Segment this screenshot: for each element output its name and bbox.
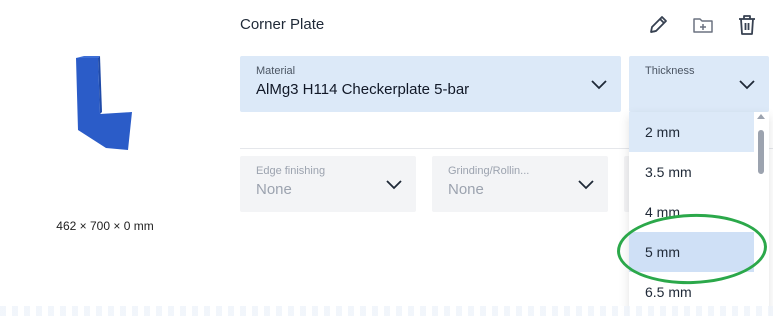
grinding-select[interactable]: Grinding/Rollin... None bbox=[432, 156, 608, 212]
thickness-dropdown: 2 mm 3.5 mm 4 mm 5 mm 6.5 mm bbox=[629, 112, 769, 316]
chevron-down-icon bbox=[578, 180, 594, 190]
part-title: Corner Plate bbox=[240, 16, 325, 33]
material-value: AlMg3 H114 Checkerplate 5-bar bbox=[256, 81, 470, 98]
scroll-up-arrow-icon[interactable] bbox=[757, 114, 765, 119]
material-select[interactable]: Material AlMg3 H114 Checkerplate 5-bar bbox=[240, 56, 621, 112]
thickness-option[interactable]: 3.5 mm bbox=[629, 152, 754, 192]
pencil-icon[interactable] bbox=[646, 13, 670, 37]
thickness-option[interactable]: 2 mm bbox=[629, 112, 754, 152]
edge-finishing-value: None bbox=[256, 181, 292, 198]
bottom-decoration bbox=[0, 306, 773, 316]
thickness-option[interactable]: 5 mm bbox=[629, 232, 754, 272]
dropdown-scrollbar[interactable] bbox=[755, 112, 767, 316]
edge-finishing-label: Edge finishing bbox=[256, 165, 326, 177]
thickness-label: Thickness bbox=[645, 65, 695, 77]
chevron-down-icon bbox=[386, 180, 402, 190]
edge-finishing-select[interactable]: Edge finishing None bbox=[240, 156, 416, 212]
scrollbar-thumb[interactable] bbox=[758, 130, 764, 174]
material-label: Material bbox=[256, 65, 296, 77]
thickness-option[interactable]: 4 mm bbox=[629, 192, 754, 232]
folder-plus-icon[interactable] bbox=[691, 13, 715, 37]
chevron-down-icon bbox=[739, 80, 755, 90]
part-preview: 462 × 700 × 0 mm bbox=[0, 0, 210, 316]
grinding-label: Grinding/Rollin... bbox=[448, 165, 530, 177]
part-shape-image bbox=[76, 56, 132, 150]
grinding-value: None bbox=[448, 181, 484, 198]
chevron-down-icon bbox=[591, 80, 607, 90]
part-dimensions: 462 × 700 × 0 mm bbox=[56, 219, 154, 233]
trash-icon[interactable] bbox=[735, 13, 759, 37]
thickness-select[interactable]: Thickness bbox=[629, 56, 769, 112]
